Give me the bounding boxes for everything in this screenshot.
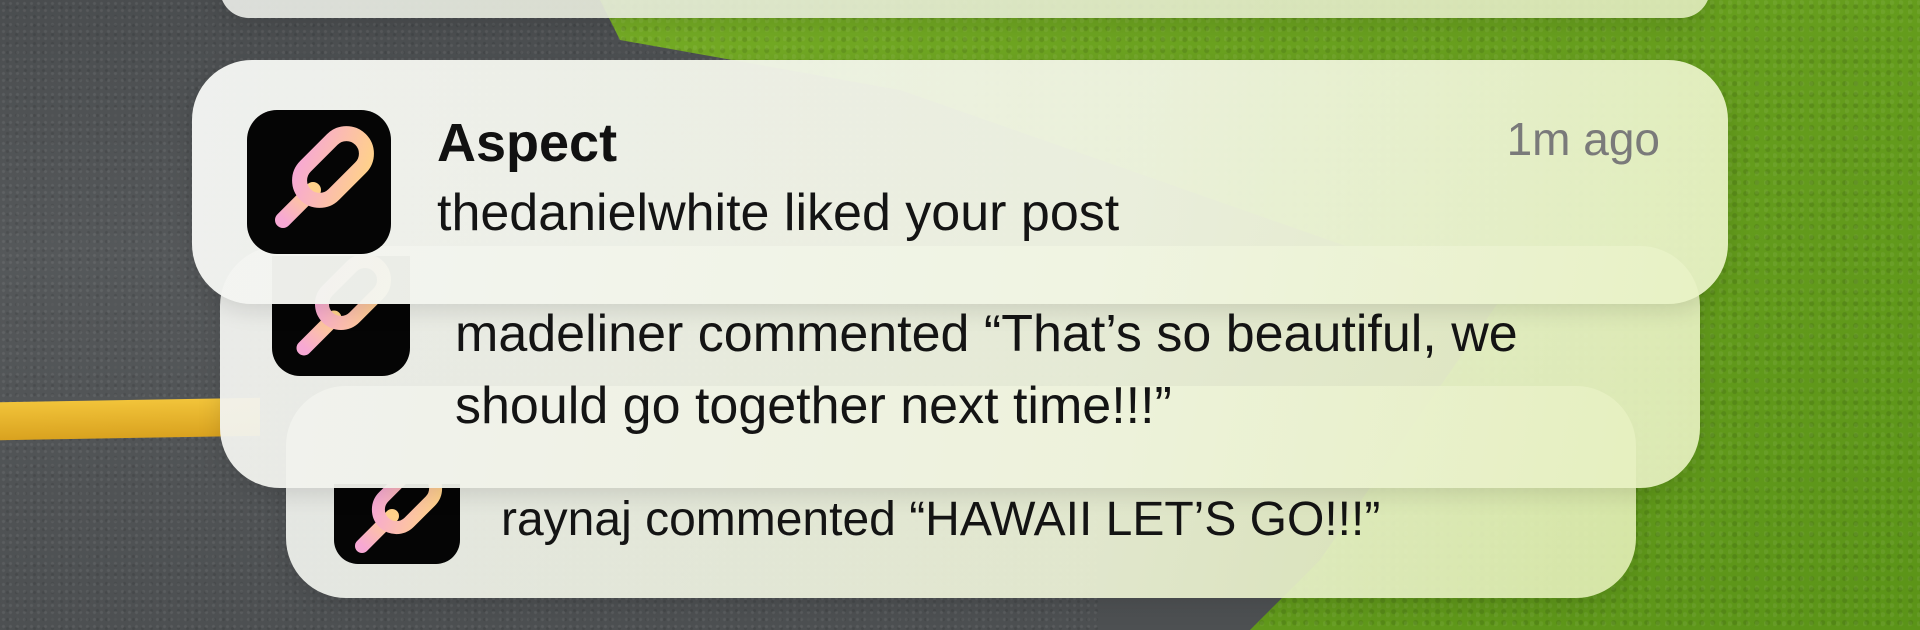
- aspect-logo-icon: [355, 484, 443, 553]
- notification-message: thedanielwhite liked your post: [437, 184, 1120, 242]
- previous-notification-card[interactable]: [220, 0, 1710, 18]
- notification-card-1[interactable]: Aspect 1m ago thedanielwhite liked your …: [192, 60, 1728, 304]
- aspect-logo-icon: [275, 126, 374, 228]
- aspect-app-icon: [247, 110, 391, 254]
- notification-message: madeliner commented “That’s so beautiful…: [455, 305, 1518, 435]
- notification-message: raynaj commented “HAWAII LET’S GO!!!”: [501, 493, 1381, 546]
- notification-timestamp: 1m ago: [1506, 113, 1660, 165]
- notification-app-name: Aspect: [437, 113, 618, 173]
- aspect-app-icon: [334, 484, 460, 564]
